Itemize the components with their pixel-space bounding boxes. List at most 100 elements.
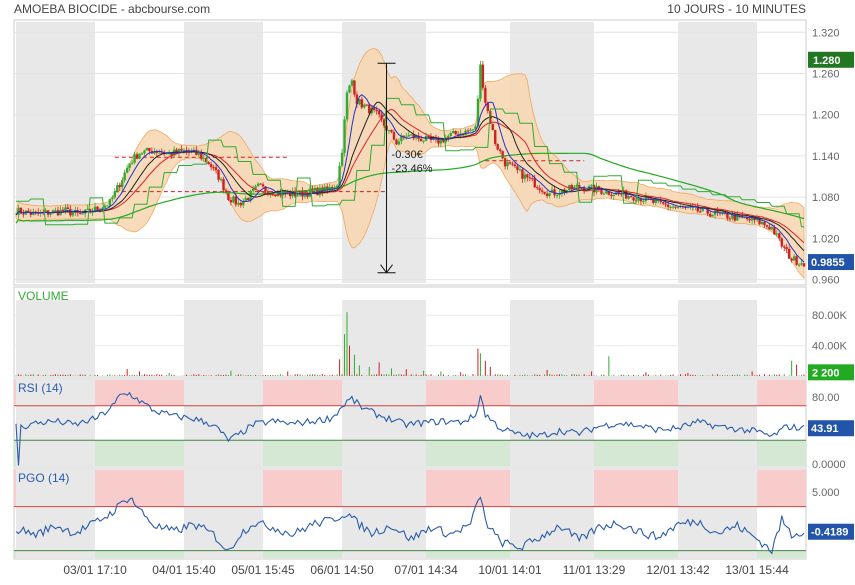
candle-body	[239, 202, 242, 206]
candle-body	[590, 185, 593, 187]
candle-body	[259, 183, 262, 185]
candle-body	[143, 150, 146, 154]
candle-body	[202, 157, 205, 159]
candle-body	[699, 211, 702, 213]
time-tick-label: 07/01 14:34	[394, 563, 458, 577]
candle-body	[449, 133, 452, 137]
candle-body	[103, 205, 107, 208]
volume-tick-label: 40.00K	[812, 341, 848, 353]
candle-body	[158, 152, 161, 154]
candle-body	[128, 163, 131, 168]
candle-body	[360, 99, 364, 108]
candle-body	[666, 204, 670, 207]
candle-body	[209, 164, 213, 168]
candle-body	[419, 138, 423, 142]
candle-body	[540, 190, 544, 192]
candle-body	[787, 248, 791, 259]
candle-body	[81, 213, 84, 215]
candle-body	[469, 129, 472, 131]
rsi-panel-title: RSI (14)	[18, 381, 63, 395]
candle-body	[627, 196, 630, 199]
candle-body	[802, 263, 806, 267]
candle-body	[498, 149, 502, 152]
candle-body	[800, 263, 803, 265]
candle-body	[686, 207, 690, 209]
candle-body	[350, 80, 354, 86]
candle-body	[125, 167, 129, 173]
candle-body	[256, 183, 260, 187]
day-shade	[342, 470, 427, 558]
candle-body	[422, 140, 425, 142]
volume-tick-label: 80.00K	[812, 310, 848, 322]
pgo-panel: PGO (14) 5.0000.0000-0.4189	[13, 468, 854, 560]
candle-body	[481, 64, 485, 88]
candle-body	[148, 147, 151, 152]
candle-body	[182, 150, 186, 152]
candle-body	[111, 197, 114, 200]
candle-body	[538, 188, 541, 191]
annotation-change: -0.30€	[392, 149, 423, 161]
candle-body	[785, 247, 788, 249]
candle-body	[66, 207, 70, 210]
candle-body	[770, 227, 774, 230]
candle-body	[513, 164, 517, 167]
candle-body	[516, 166, 519, 170]
time-tick-label: 13/01 15:44	[725, 563, 789, 577]
candle-body	[375, 110, 378, 112]
chart-title: AMOEBA BIOCIDE - abcbourse.com	[14, 2, 210, 16]
candle-body	[392, 132, 396, 140]
candle-body	[600, 190, 603, 194]
candle-body	[106, 205, 109, 207]
candle-body	[543, 191, 546, 194]
candle-body	[232, 196, 235, 203]
candle-body	[244, 198, 247, 201]
candle-body	[602, 193, 606, 195]
candle-body	[363, 104, 366, 108]
candle-body	[222, 179, 225, 191]
candle-body	[523, 174, 527, 179]
time-tick-label: 12/01 13:42	[646, 563, 710, 577]
candle-body	[345, 92, 349, 120]
candle-body	[610, 194, 613, 196]
candle-body	[792, 256, 796, 261]
day-shade	[678, 22, 758, 283]
candle-body	[133, 154, 136, 163]
candle-body	[676, 206, 680, 208]
candle-body	[197, 152, 200, 155]
candle-body	[528, 177, 532, 179]
candle-body	[713, 210, 717, 215]
candle-body	[353, 80, 356, 95]
candle-body	[254, 186, 257, 189]
candle-body	[765, 225, 769, 227]
day-shade	[678, 300, 758, 376]
candle-body	[340, 152, 344, 166]
candle-body	[669, 206, 672, 208]
candle-body	[642, 201, 645, 203]
candle-body	[118, 185, 121, 188]
candle-body	[518, 169, 522, 171]
level-badge-text: 1.280	[813, 55, 841, 67]
candle-body	[454, 131, 457, 135]
candle-body	[212, 167, 215, 169]
candle-body	[763, 221, 766, 226]
candle-body	[760, 221, 764, 225]
price-tick-label: 1.260	[812, 69, 840, 81]
candle-body	[708, 213, 712, 217]
day-shade	[183, 470, 264, 558]
day-shade	[678, 470, 758, 558]
candle-body	[61, 209, 65, 212]
pgo-last-text: -0.4189	[811, 527, 848, 539]
last-price-text: 0.9855	[811, 257, 845, 269]
day-shade	[510, 380, 595, 466]
price-tick-label: 1.320	[812, 27, 840, 39]
candle-body	[140, 153, 144, 155]
candle-body	[533, 178, 536, 188]
candle-body	[348, 85, 351, 93]
time-tick-label: 06/01 14:50	[310, 563, 374, 577]
day-shade	[183, 380, 264, 466]
annotation-percent: -23.46%	[392, 163, 433, 175]
candle-body	[521, 169, 524, 179]
candle-body	[116, 185, 119, 192]
candle-body	[496, 143, 499, 150]
last-volume-text: 2 200	[812, 367, 840, 379]
